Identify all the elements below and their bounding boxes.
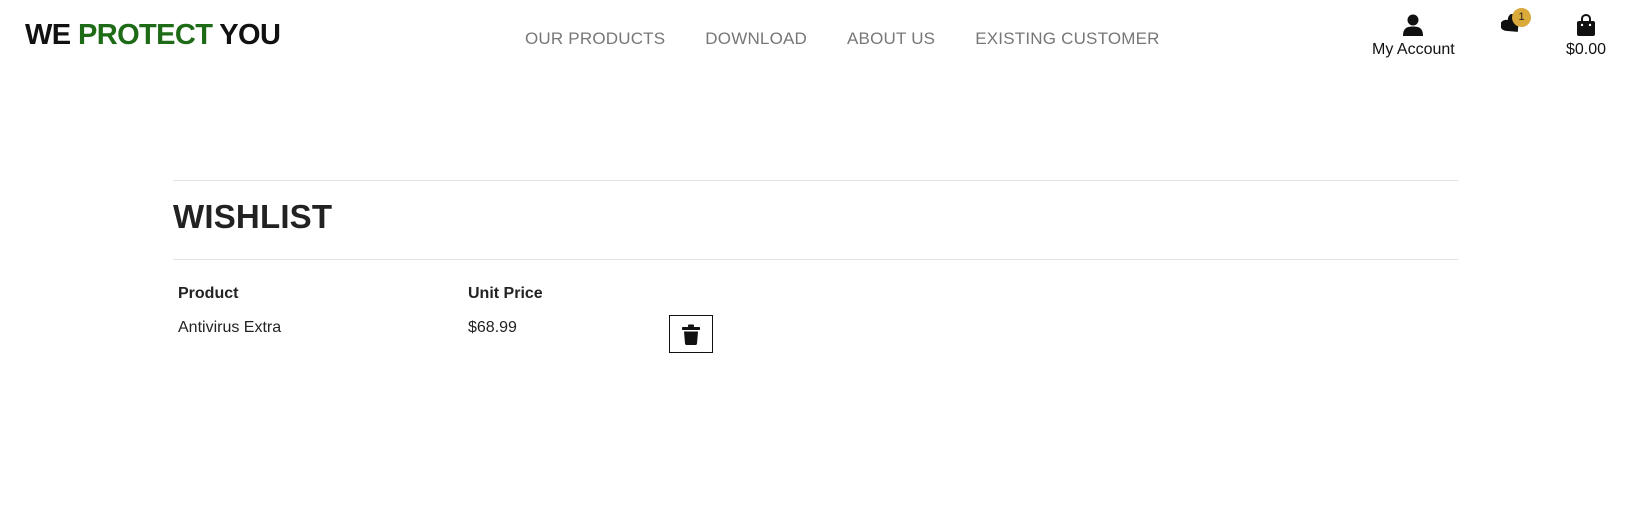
my-account-link[interactable]: My Account bbox=[1372, 14, 1455, 59]
my-account-label: My Account bbox=[1372, 41, 1455, 58]
shopping-bag-icon bbox=[1577, 14, 1596, 36]
site-logo[interactable]: WE PROTECT YOU bbox=[25, 17, 281, 53]
remove-from-wishlist-button[interactable] bbox=[669, 315, 713, 353]
divider-top bbox=[173, 180, 1458, 181]
column-header-product: Product bbox=[178, 285, 239, 302]
nav-existing-customer[interactable]: EXISTING CUSTOMER bbox=[975, 29, 1159, 49]
nav-download[interactable]: DOWNLOAD bbox=[705, 29, 807, 49]
unit-price-cell: $68.99 bbox=[468, 319, 517, 336]
nav-our-products[interactable]: OUR PRODUCTS bbox=[525, 29, 665, 49]
page-title: WISHLIST bbox=[173, 198, 333, 235]
bag-total: $0.00 bbox=[1566, 41, 1607, 58]
column-header-unit-price: Unit Price bbox=[468, 285, 543, 302]
logo-word-you: YOU bbox=[219, 19, 281, 51]
logo-word-we: WE bbox=[25, 19, 71, 51]
divider-bottom bbox=[173, 259, 1458, 260]
nav-about-us[interactable]: ABOUT US bbox=[847, 29, 935, 49]
trash-icon bbox=[682, 324, 700, 345]
logo-word-protect: PROTECT bbox=[77, 19, 213, 51]
wishlist-link[interactable]: 1 bbox=[1501, 8, 1531, 36]
wishlist-count-badge: 1 bbox=[1512, 8, 1531, 27]
product-name-cell: Antivirus Extra bbox=[178, 319, 282, 336]
main-nav: OUR PRODUCTS DOWNLOAD ABOUT US EXISTING … bbox=[525, 29, 1160, 49]
user-icon bbox=[1403, 14, 1424, 36]
shopping-bag-link[interactable]: $0.00 bbox=[1566, 14, 1606, 59]
